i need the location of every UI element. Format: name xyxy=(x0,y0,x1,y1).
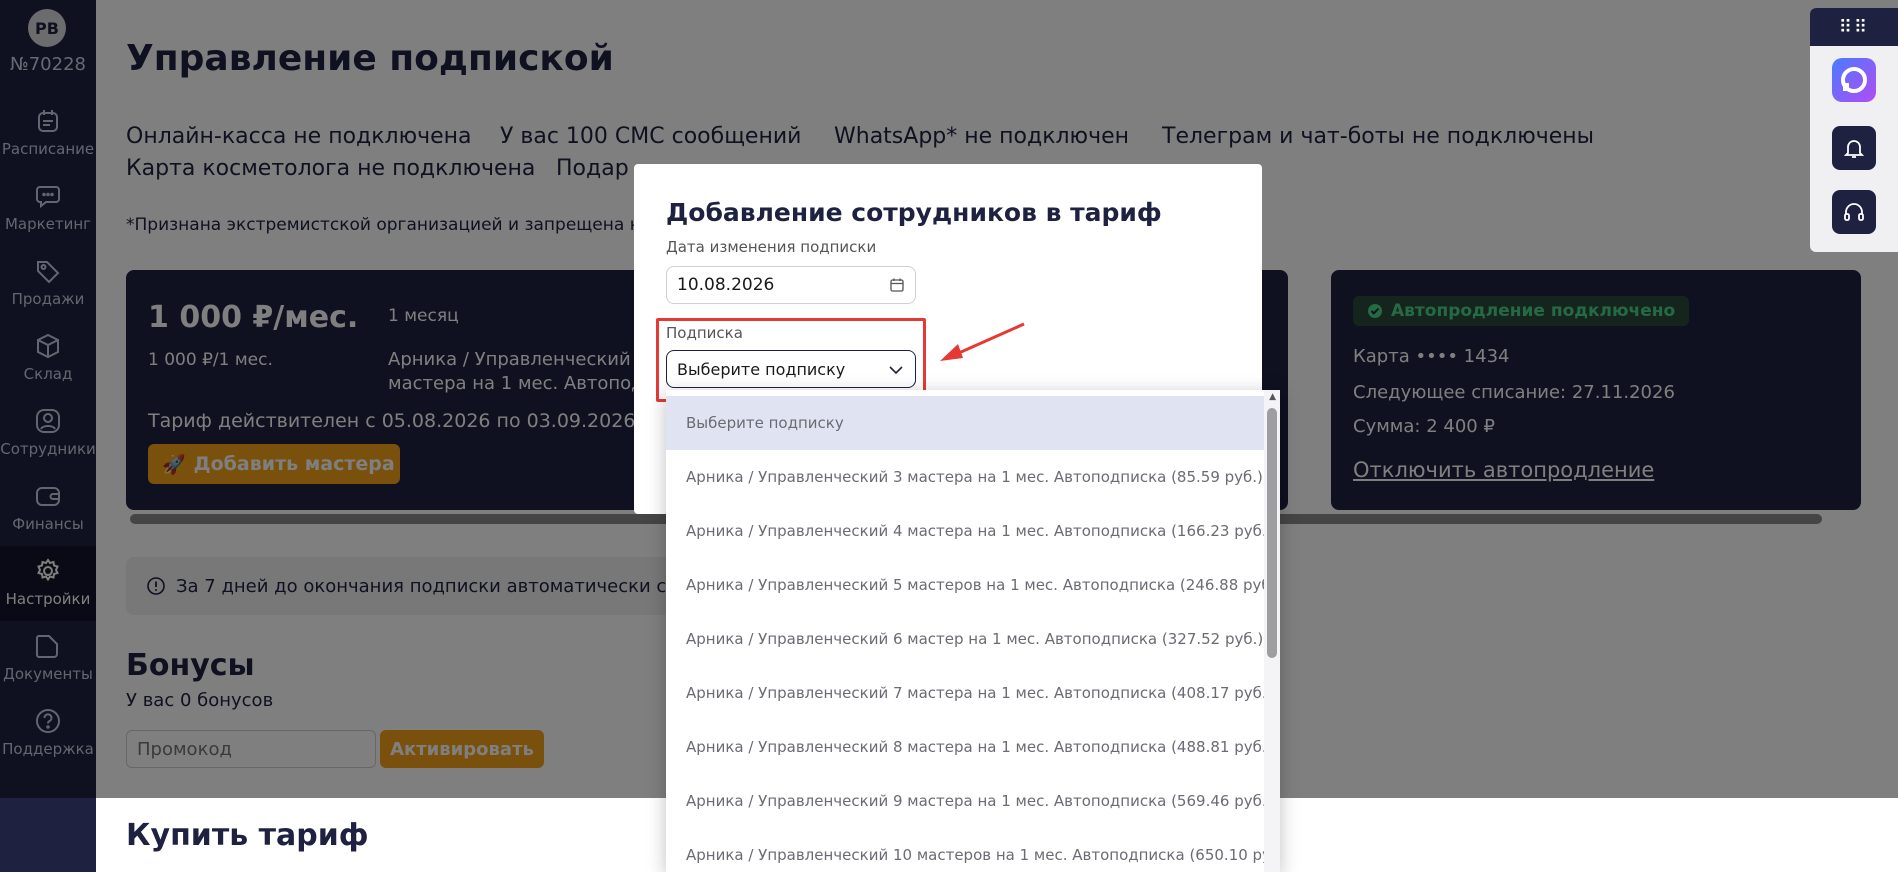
widget-panel: ⠿⠿ xyxy=(1810,8,1898,252)
app-logo-icon[interactable] xyxy=(1832,58,1876,102)
bell-icon[interactable] xyxy=(1832,126,1876,170)
drag-handle-icon[interactable]: ⠿⠿ xyxy=(1810,8,1898,46)
date-field[interactable]: 10.08.2026 xyxy=(666,266,916,304)
dropdown-option[interactable]: Выберите подписку xyxy=(666,396,1264,450)
headset-icon[interactable] xyxy=(1832,190,1876,234)
subscription-select-value: Выберите подписку xyxy=(677,359,846,379)
modal-title: Добавление сотрудников в тариф xyxy=(666,198,1162,227)
date-label: Дата изменения подписки xyxy=(666,238,877,256)
subscription-dropdown: Выберите подписку Арника / Управленчески… xyxy=(666,390,1280,872)
dropdown-option[interactable]: Арника / Управленческий 7 мастера на 1 м… xyxy=(666,666,1272,720)
dropdown-option[interactable]: Арника / Управленческий 8 мастера на 1 м… xyxy=(666,720,1272,774)
date-value: 10.08.2026 xyxy=(677,275,775,295)
subscription-select[interactable]: Выберите подписку xyxy=(666,350,916,388)
calendar-icon[interactable] xyxy=(889,277,905,293)
dropdown-scrollbar[interactable]: ▲ xyxy=(1264,390,1280,872)
dropdown-option[interactable]: Арника / Управленческий 4 мастера на 1 м… xyxy=(666,504,1272,558)
red-arrow-icon xyxy=(940,322,1025,361)
subscription-label: Подписка xyxy=(666,324,743,342)
chevron-down-icon xyxy=(889,366,903,375)
dropdown-option[interactable]: Арника / Управленческий 6 мастер на 1 ме… xyxy=(666,612,1264,666)
dropdown-option[interactable]: Арника / Управленческий 9 мастера на 1 м… xyxy=(666,774,1272,828)
scroll-up-icon[interactable]: ▲ xyxy=(1269,392,1276,402)
buy-tariff-title: Купить тариф xyxy=(126,818,369,853)
dropdown-option[interactable]: Арника / Управленческий 10 мастеров на 1… xyxy=(666,828,1280,872)
dropdown-option[interactable]: Арника / Управленческий 5 мастеров на 1 … xyxy=(666,558,1280,612)
scrollbar-thumb[interactable] xyxy=(1267,408,1277,658)
dropdown-option[interactable]: Арника / Управленческий 3 мастера на 1 м… xyxy=(666,450,1264,504)
